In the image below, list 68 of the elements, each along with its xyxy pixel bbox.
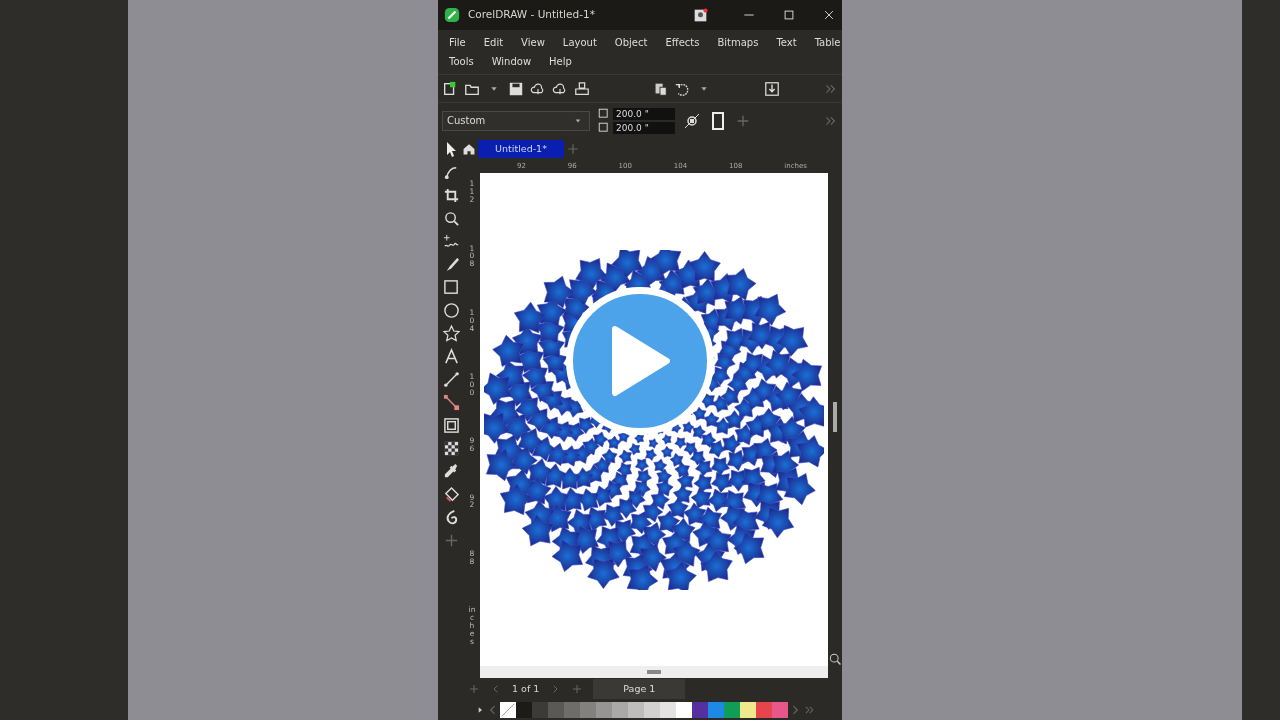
width-field[interactable]: 200.0 " <box>613 107 675 120</box>
menu-item[interactable]: Effects <box>656 35 709 50</box>
rectangle-icon[interactable] <box>442 279 460 296</box>
color-swatch[interactable] <box>612 702 628 718</box>
crop-icon[interactable] <box>442 187 460 204</box>
color-swatch[interactable] <box>548 702 564 718</box>
color-swatch[interactable] <box>644 702 660 718</box>
color-swatch[interactable] <box>532 702 548 718</box>
menu-item[interactable]: File <box>440 35 475 50</box>
menu-item[interactable]: Tools <box>440 54 483 69</box>
menu-item[interactable]: Layout <box>553 35 606 50</box>
cloud-download-icon[interactable] <box>530 80 546 97</box>
color-swatch[interactable] <box>708 702 724 718</box>
zoom-icon[interactable] <box>828 652 842 666</box>
page-size-value: Custom <box>447 114 486 128</box>
page-size-dropdown[interactable]: Custom <box>442 110 590 131</box>
color-swatch[interactable] <box>724 702 740 718</box>
transform-icon[interactable] <box>683 111 701 130</box>
text-icon[interactable] <box>442 348 460 365</box>
ellipse-icon[interactable] <box>442 302 460 319</box>
scrollbar-thumb[interactable] <box>833 402 837 432</box>
app-logo-icon <box>444 7 460 23</box>
page-orientation-icon[interactable] <box>709 111 727 130</box>
paint-bucket-icon[interactable] <box>442 486 460 503</box>
menu-item[interactable]: View <box>512 35 554 50</box>
freehand-icon[interactable] <box>442 233 460 250</box>
line-icon[interactable] <box>442 371 460 388</box>
play-icon <box>609 325 671 397</box>
export-icon[interactable] <box>764 80 780 97</box>
menu-item[interactable]: Help <box>540 54 581 69</box>
menu-item[interactable]: Text <box>767 35 806 50</box>
color-swatch[interactable] <box>740 702 756 718</box>
document-tab[interactable]: Untitled-1* <box>478 139 564 159</box>
color-swatch[interactable] <box>516 702 532 718</box>
connector-icon[interactable] <box>442 394 460 411</box>
color-swatch[interactable] <box>756 702 772 718</box>
frame-icon[interactable] <box>442 417 460 434</box>
color-swatch[interactable] <box>628 702 644 718</box>
page-tab[interactable]: Page 1 <box>593 678 686 700</box>
no-color-swatch-icon[interactable] <box>500 702 516 718</box>
color-swatch[interactable] <box>772 702 788 718</box>
scrollbar-thumb[interactable] <box>647 670 661 674</box>
checkerboard-icon[interactable] <box>442 440 460 457</box>
zoom-icon[interactable] <box>442 210 460 227</box>
height-icon <box>598 122 609 133</box>
cloud-upload-icon[interactable] <box>552 80 568 97</box>
close-icon[interactable] <box>822 8 836 22</box>
window-title: CorelDRAW - Untitled-1* <box>468 7 596 23</box>
color-swatch[interactable] <box>580 702 596 718</box>
color-swatch[interactable] <box>692 702 708 718</box>
home-icon[interactable] <box>462 142 476 156</box>
height-field[interactable]: 200.0 " <box>613 121 675 134</box>
menu-item[interactable]: Object <box>605 35 657 50</box>
page-count: 1 of 1 <box>512 681 540 696</box>
print-icon[interactable] <box>574 80 590 97</box>
new-document-icon[interactable] <box>442 80 458 97</box>
menu-item[interactable]: Bitmaps <box>708 35 768 50</box>
color-swatch[interactable] <box>676 702 692 718</box>
color-swatch[interactable] <box>660 702 676 718</box>
color-swatch[interactable] <box>564 702 580 718</box>
width-icon <box>598 108 609 119</box>
save-icon[interactable] <box>508 80 524 97</box>
eyedropper-icon[interactable] <box>442 463 460 480</box>
color-swatch[interactable] <box>596 702 612 718</box>
menu-item[interactable]: Window <box>482 54 541 69</box>
maximize-icon[interactable] <box>782 8 796 22</box>
menu-item[interactable]: Edit <box>474 35 513 50</box>
star-icon[interactable] <box>442 325 460 342</box>
